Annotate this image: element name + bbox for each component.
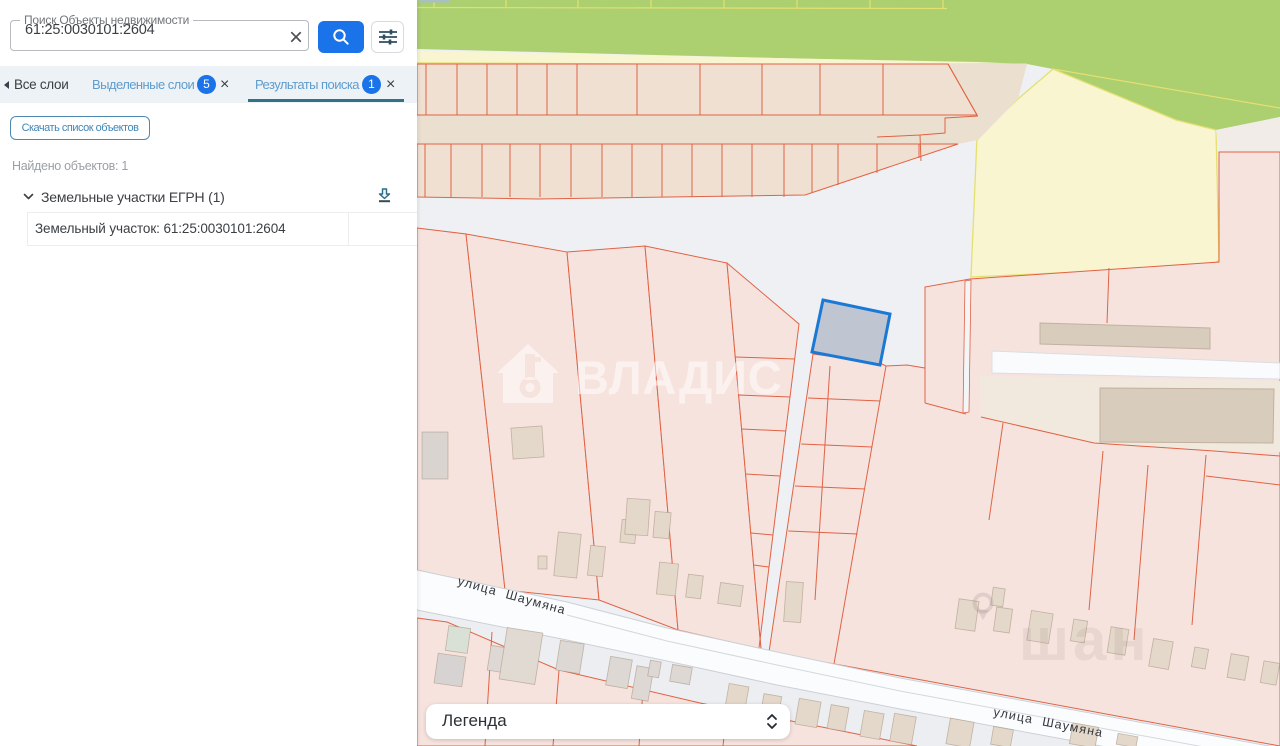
svg-text:ВЛАДИС: ВЛАДИС [575, 351, 782, 404]
svg-text:шан: шан [1019, 606, 1151, 673]
